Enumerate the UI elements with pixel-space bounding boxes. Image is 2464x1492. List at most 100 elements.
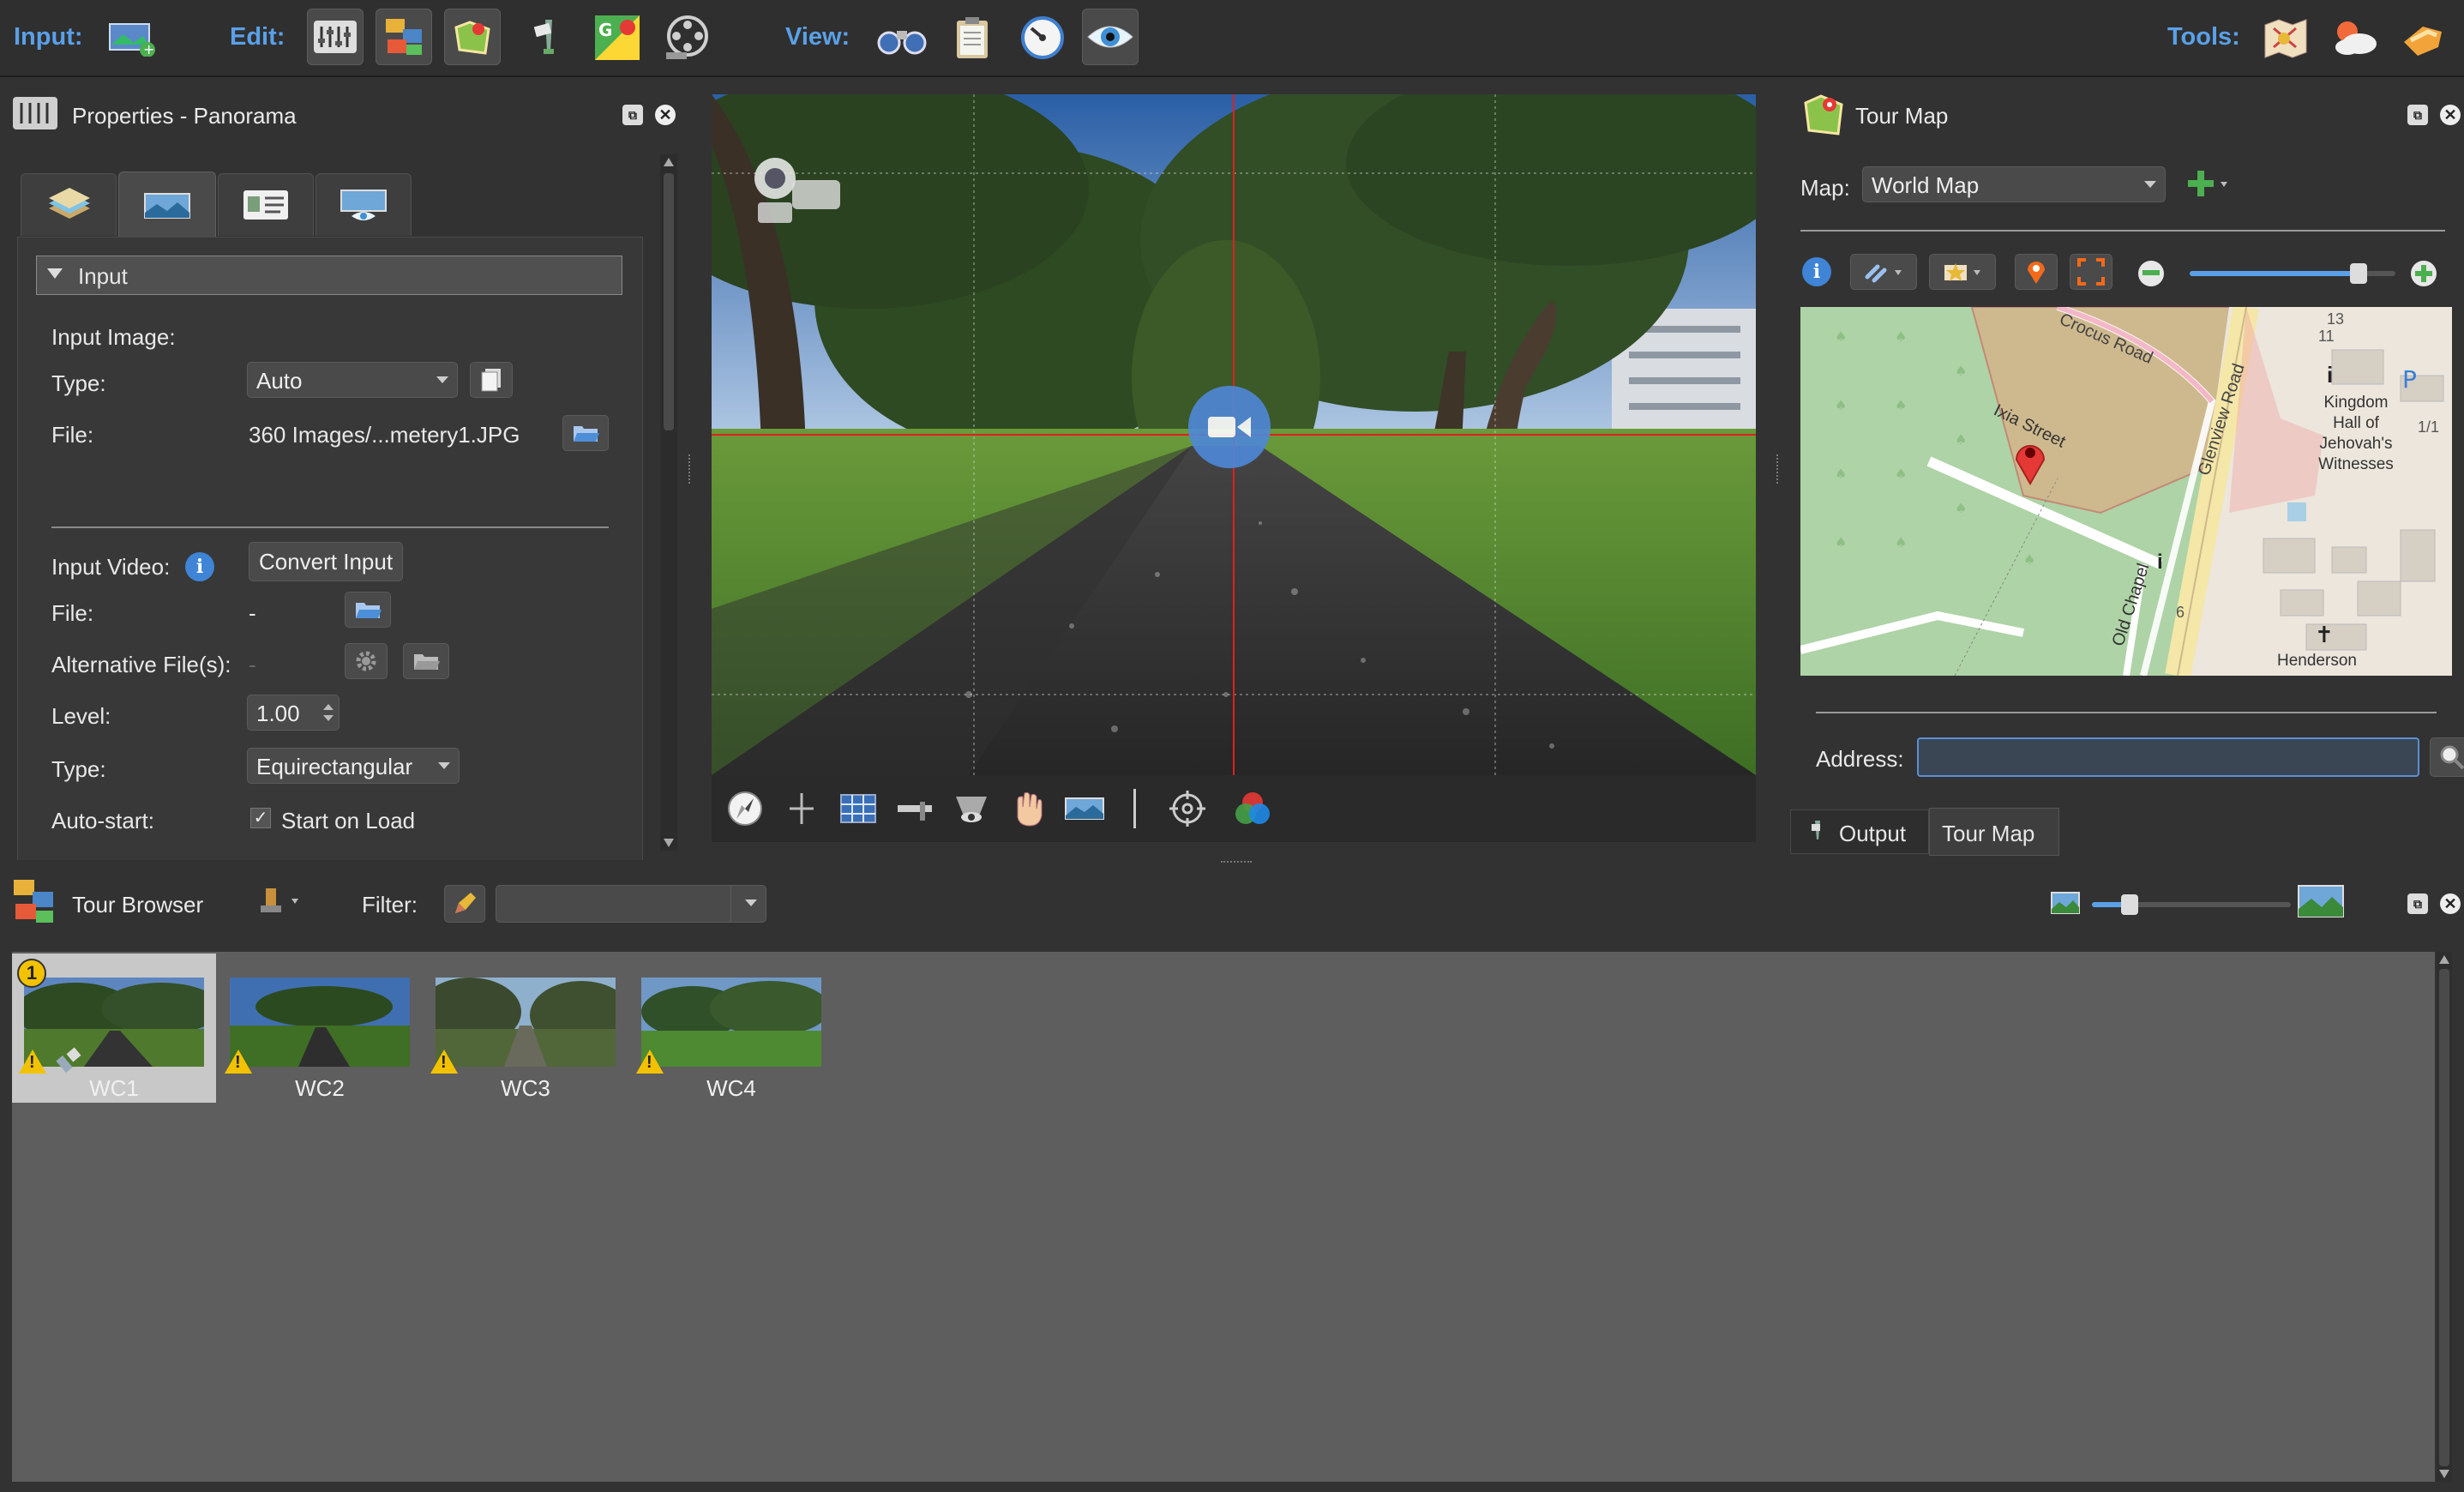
open-image-file-button[interactable] [562,415,609,451]
place-label-kingdom-hall: Kingdom Hall of Jehovah's Witnesses [2318,394,2394,473]
tour-map-button[interactable] [444,9,501,65]
properties-scrollbar[interactable] [660,154,677,851]
copy-settings-button[interactable] [470,362,513,398]
address-search-button[interactable] [2430,737,2464,777]
alt-files-settings-button[interactable] [345,643,388,679]
pan-hand-button[interactable] [1001,782,1055,835]
thumbnail-size-slider[interactable] [2092,894,2291,915]
view-panorama-icon [340,190,387,220]
color-channels-button[interactable] [1226,782,1279,835]
tab-output[interactable]: Output [1790,809,1929,854]
tour-browser-button[interactable] [376,9,432,65]
scrollbar-thumb[interactable] [2439,969,2449,1466]
map-select[interactable]: World Map [1862,166,2166,202]
properties-button[interactable] [307,9,364,65]
link-menu-button[interactable] [1850,254,1917,290]
scrollbar-thumb[interactable] [664,173,674,430]
tour-browser-scrollbar[interactable] [2437,952,2452,1482]
tab-view-settings[interactable] [316,173,412,236]
zoom-slider-handle[interactable] [2349,263,2367,284]
panorama-label: WC3 [501,1075,550,1101]
map-location-pin-icon[interactable] [2011,434,2049,485]
hand-button[interactable] [2395,10,2450,65]
close-panel-icon[interactable]: ✕ [655,105,676,125]
info-icon[interactable]: i [185,552,214,581]
vertical-splitter-left[interactable] [688,454,694,484]
star-map-button[interactable] [1929,254,1996,290]
thumbnail-size-handle[interactable] [2121,894,2138,915]
target-icon [1169,791,1205,827]
gauge-button[interactable] [1015,10,1070,65]
grid-button[interactable] [832,782,885,835]
compass-button[interactable] [718,782,772,835]
svg-text:♠: ♠ [1835,397,1847,413]
tour-browser-title: Tour Browser [72,892,204,917]
binoculars-button[interactable] [874,10,929,65]
tour-map-title: Tour Map [1855,103,1949,129]
video-camera-icon[interactable] [749,149,852,226]
zoom-slider[interactable] [2190,263,2395,284]
start-on-load-checkbox[interactable]: ✓ [250,808,271,828]
google-maps-button[interactable]: G [590,10,645,65]
zoom-in-button[interactable] [2411,261,2437,286]
weather-button[interactable] [2327,10,2382,65]
svg-text:♠: ♠ [1895,397,1907,413]
fit-bounds-icon [2077,258,2105,286]
tools-map-button[interactable] [2258,10,2313,65]
satellite-icon [56,1047,81,1074]
target-button[interactable] [1161,782,1214,835]
level-spinbox[interactable]: 1.00 [247,695,340,731]
add-panorama-button[interactable]: + [105,10,159,65]
close-panel-icon[interactable]: ✕ [2440,105,2461,125]
float-panel-icon[interactable]: ⧉ [2407,893,2428,914]
crosshair-lines-button[interactable] [775,782,828,835]
panorama-tile[interactable]: WC4 [629,954,833,1103]
float-panel-icon[interactable]: ⧉ [2407,105,2428,125]
gear-icon [356,651,376,671]
panorama-viewer[interactable] [712,94,1756,775]
convert-input-button[interactable]: Convert Input [249,542,403,581]
filter-select[interactable] [496,885,766,923]
open-alt-files-button[interactable] [403,643,449,679]
chevron-down-icon [438,762,450,769]
tab-output-label: Output [1839,821,1907,846]
image-file-label: File: [51,422,94,448]
toolbar-edit-label: Edit: [230,23,285,51]
tab-info-card[interactable] [218,173,314,236]
section-divider [51,526,609,528]
video-type-select[interactable]: Equirectangular [247,748,460,784]
eye-button[interactable] [1082,9,1139,65]
map-view[interactable]: ♠ ♠ ♠ ♠ ♠ ♠ ♠ ♠ ♠ ♠ ♠ ♠ Crocus Road Ixia Street Gle… [1800,307,2452,676]
panorama-tile[interactable]: WC3 [424,954,628,1103]
close-panel-icon[interactable]: ✕ [2440,893,2461,914]
clipboard-button[interactable] [945,10,1000,65]
tour-browser-grid[interactable]: 1 WC1 WC2 WC3 WC4 [12,952,2435,1482]
vertical-splitter-right[interactable] [1776,454,1782,484]
scroll-up-icon [2439,955,2449,964]
address-input[interactable] [1917,737,2419,777]
open-video-file-button[interactable] [345,592,391,628]
nadir-button[interactable] [945,782,998,835]
panorama-tile[interactable]: 1 WC1 [12,954,216,1103]
zoom-out-button[interactable] [2138,261,2164,286]
address-divider [1816,712,2437,713]
panorama-tile[interactable]: WC2 [218,954,422,1103]
tab-tour-map[interactable]: Tour Map [1929,808,2059,856]
map-info-icon[interactable]: i [1802,257,1831,286]
panorama-view-button[interactable] [1058,782,1111,835]
input-section-header[interactable]: Input [36,256,622,295]
image-type-select[interactable]: Auto [247,362,458,398]
level-tool-button[interactable] [888,782,941,835]
place-pin-button[interactable] [2015,254,2058,290]
panorama-label: WC1 [89,1075,139,1101]
tab-panorama[interactable] [118,171,216,239]
filter-tag-button[interactable] [444,885,485,923]
add-map-button[interactable] [2181,166,2236,202]
pointer-button[interactable] [520,10,574,65]
video-hotspot-icon[interactable] [1188,386,1271,468]
float-panel-icon[interactable]: ⧉ [622,105,643,125]
tab-layers[interactable] [21,173,117,236]
stamp-menu-button[interactable] [257,885,310,919]
film-reel-button[interactable] [660,10,715,65]
fit-map-button[interactable] [2070,254,2112,290]
